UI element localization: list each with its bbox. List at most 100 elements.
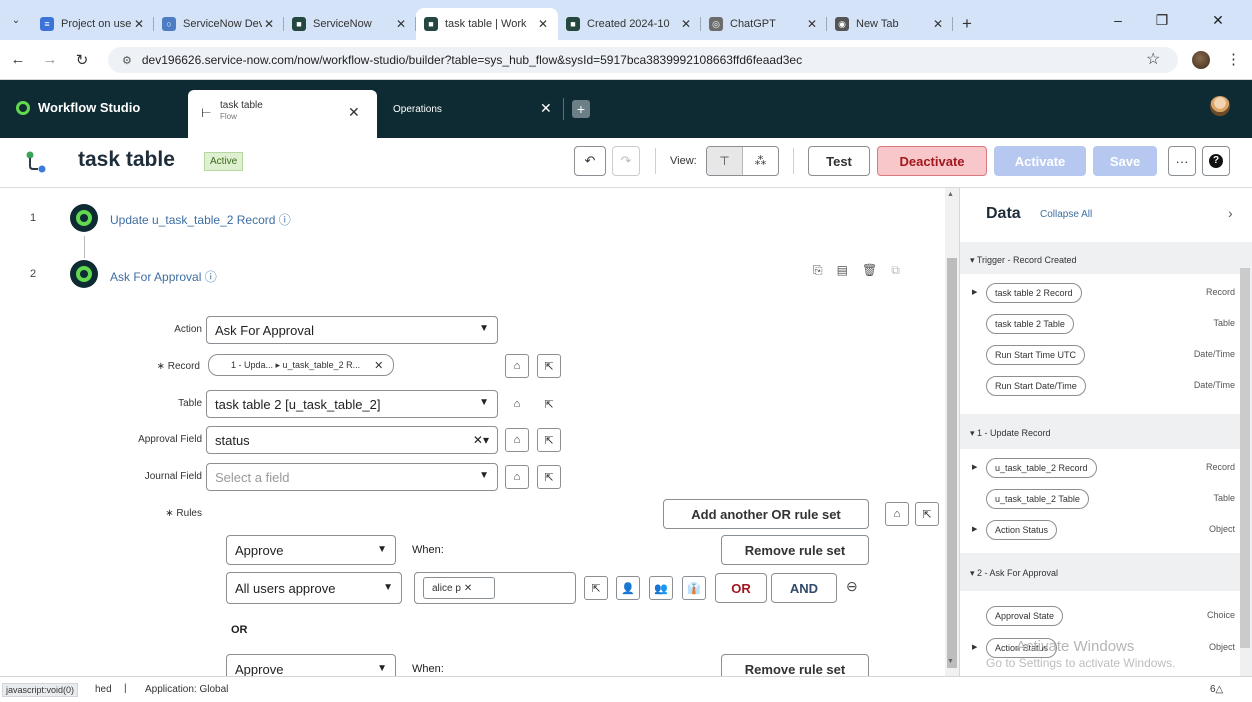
data-pill[interactable]: task table 2 Table: [986, 314, 1074, 334]
data-picker-icon[interactable]: ⇱: [584, 576, 608, 600]
remove-rule-set-button[interactable]: Remove rule set: [721, 535, 869, 565]
journal-field-select[interactable]: Select a field ▼: [206, 463, 498, 491]
user-avatar[interactable]: [1210, 96, 1230, 116]
expand-icon[interactable]: ▶: [972, 288, 977, 296]
data-pill[interactable]: u_task_table_2 Table: [986, 489, 1089, 509]
close-tab-icon[interactable]: ✕: [348, 104, 360, 121]
data-pill[interactable]: Run Start Date/Time: [986, 376, 1086, 396]
data-picker-icon[interactable]: ⇱: [537, 354, 561, 378]
delete-icon[interactable]: 🗑: [862, 263, 877, 278]
approval-field-select[interactable]: status ✕▾: [206, 426, 498, 454]
workflow-studio-logo[interactable]: Workflow Studio: [16, 100, 140, 115]
data-picker-icon[interactable]: ⇱: [537, 392, 561, 416]
close-tab-icon[interactable]: ✕: [931, 17, 945, 31]
user-chip[interactable]: alice p ✕: [423, 577, 495, 599]
record-data-pill[interactable]: 1 - Upda... ▸ u_task_table_2 R... ✕: [208, 354, 395, 376]
data-pill[interactable]: Approval State: [986, 606, 1064, 626]
more-actions-button[interactable]: ···: [1168, 146, 1196, 176]
activate-button[interactable]: Activate: [994, 146, 1086, 176]
group-icon[interactable]: 👥: [649, 576, 673, 600]
rule-action-select[interactable]: Approve ▼: [226, 535, 396, 565]
canvas-scrollbar[interactable]: ▲ ▼: [945, 188, 959, 676]
new-tab-button[interactable]: +: [953, 8, 981, 40]
scrollbar-thumb[interactable]: [1240, 268, 1250, 648]
data-section-header[interactable]: ▾ 1 - Update Record: [970, 428, 1051, 439]
bookmark-star-icon[interactable]: ☆: [1146, 49, 1160, 69]
open-icon[interactable]: ⧉: [891, 263, 900, 278]
data-picker-icon[interactable]: ⇱: [537, 465, 561, 489]
data-picker-icon[interactable]: ⇱: [537, 428, 561, 452]
close-window-icon[interactable]: ✕: [1196, 0, 1240, 40]
remove-pill-icon[interactable]: ✕: [374, 359, 383, 372]
close-tab-icon[interactable]: ✕: [262, 17, 276, 31]
action-select[interactable]: Ask For Approval ▼: [206, 316, 498, 344]
test-button[interactable]: Test: [808, 146, 870, 176]
close-tab-icon[interactable]: ✕: [132, 17, 146, 31]
data-pill[interactable]: task table 2 Record: [986, 283, 1082, 303]
collapse-all-link[interactable]: Collapse All: [1040, 209, 1092, 220]
data-picker-icon[interactable]: ⇱: [915, 502, 939, 526]
scroll-up-icon[interactable]: ▲: [947, 191, 954, 198]
scroll-down-icon[interactable]: ▼: [947, 658, 954, 665]
data-pill[interactable]: Action Status: [986, 520, 1058, 540]
step-title-update-record[interactable]: Update u_task_table_2 Record ⓘ: [110, 211, 291, 228]
remove-user-icon[interactable]: ✕: [464, 583, 472, 594]
script-toggle-icon[interactable]: ⌂: [505, 465, 529, 489]
manager-icon[interactable]: 👔: [682, 576, 706, 600]
studio-tab-operations[interactable]: Operations ✕: [378, 94, 566, 124]
add-tab-button[interactable]: +: [572, 100, 590, 118]
browser-tab[interactable]: ◎ ChatGPT ✕: [701, 8, 827, 40]
status-right[interactable]: 6△: [1210, 684, 1223, 695]
chevron-right-icon[interactable]: ›: [1228, 205, 1233, 221]
deactivate-button[interactable]: Deactivate: [877, 146, 987, 176]
and-button[interactable]: AND: [771, 573, 837, 603]
profile-avatar[interactable]: [1192, 51, 1210, 69]
data-section-header[interactable]: ▾ Trigger - Record Created: [970, 255, 1077, 266]
browser-tab[interactable]: ■ Created 2024-10 ✕: [558, 8, 701, 40]
data-pill[interactable]: u_task_table_2 Record: [986, 458, 1097, 478]
reload-icon[interactable]: ↻: [68, 46, 96, 74]
studio-tab-task-table[interactable]: ⊢ task table Flow ✕: [188, 90, 377, 138]
application-scope[interactable]: Application: Global: [145, 684, 228, 695]
table-select[interactable]: task table 2 [u_task_table_2] ▼: [206, 390, 498, 418]
clear-chevron-icon[interactable]: ✕▾: [473, 433, 489, 447]
close-tab-icon[interactable]: ✕: [805, 17, 819, 31]
data-section-header[interactable]: ▾ 2 - Ask For Approval: [970, 568, 1058, 579]
browser-tab[interactable]: ■ ServiceNow ✕: [284, 8, 416, 40]
close-tab-icon[interactable]: ✕: [536, 17, 550, 31]
add-or-rule-set-button[interactable]: Add another OR rule set: [663, 499, 869, 529]
forward-icon[interactable]: →: [36, 46, 64, 74]
browser-tab[interactable]: ■ task table | Work ✕: [416, 8, 558, 40]
comment-icon[interactable]: ▤: [837, 263, 848, 278]
or-button[interactable]: OR: [715, 573, 767, 603]
remove-rule-set-button[interactable]: Remove rule set: [721, 654, 869, 676]
close-tab-icon[interactable]: ✕: [679, 17, 693, 31]
users-input[interactable]: alice p ✕: [414, 572, 576, 604]
url-field[interactable]: ⚙ dev196626.service-now.com/now/workflow…: [108, 47, 1178, 73]
minimize-icon[interactable]: –: [1096, 0, 1140, 40]
undo-button[interactable]: ↶: [574, 146, 606, 176]
site-settings-icon[interactable]: ⚙: [122, 54, 132, 67]
data-pill[interactable]: Run Start Time UTC: [986, 345, 1086, 365]
save-button[interactable]: Save: [1093, 146, 1157, 176]
close-tab-icon[interactable]: ✕: [394, 17, 408, 31]
script-toggle-icon[interactable]: ⌂: [885, 502, 909, 526]
expand-icon[interactable]: ▶: [972, 643, 977, 651]
tree-view-icon[interactable]: ⊤: [707, 147, 743, 175]
back-icon[interactable]: ←: [4, 46, 32, 74]
expand-icon[interactable]: ▶: [972, 525, 977, 533]
remove-condition-icon[interactable]: ⊖: [846, 578, 858, 595]
browser-tab[interactable]: ◉ New Tab ✕: [827, 8, 953, 40]
rule-condition-select[interactable]: All users approve ▼: [226, 572, 402, 604]
diagram-view-icon[interactable]: ⁂: [743, 147, 778, 175]
close-tab-icon[interactable]: ✕: [540, 100, 552, 117]
script-toggle-icon[interactable]: ⌂: [505, 392, 529, 416]
tab-search-icon[interactable]: ⌄: [0, 4, 32, 36]
browser-menu-icon[interactable]: ⋮: [1226, 50, 1241, 68]
user-icon[interactable]: 👤: [616, 576, 640, 600]
browser-tab[interactable]: ○ ServiceNow Dev ✕: [154, 8, 284, 40]
scrollbar-thumb[interactable]: [947, 258, 957, 668]
data-panel-scrollbar[interactable]: [1238, 240, 1252, 676]
restore-icon[interactable]: ❐: [1140, 0, 1184, 40]
copy-icon[interactable]: ⎘: [813, 263, 823, 278]
